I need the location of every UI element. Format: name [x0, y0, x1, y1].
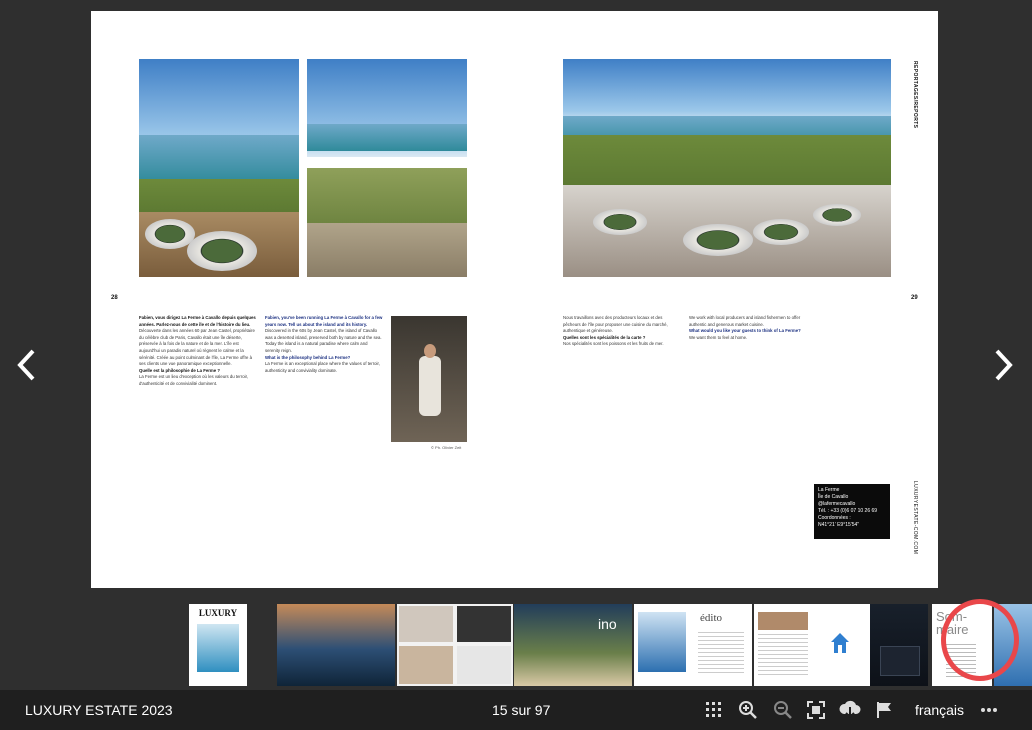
venue-island: Île de Cavallo [818, 494, 849, 500]
article-text: La Ferme is an exceptional place where t… [265, 361, 380, 373]
right-page-number: 29 [911, 295, 918, 301]
thumb-sommaire-label: Som-maire [936, 609, 969, 637]
venue-coords: N41°21' E9°15'54" [818, 522, 860, 528]
article-column-en-2: We work with local producers and island … [689, 315, 807, 341]
zoom-in-button[interactable] [736, 698, 760, 722]
zoom-out-button[interactable] [771, 698, 795, 722]
thumb-fashion[interactable] [397, 604, 513, 686]
question-heading: Fabien, vous dirigez La Ferme à Cavallo … [139, 315, 256, 327]
thumb-resort[interactable] [870, 604, 928, 686]
section-label: REPORTAGES/REPORTS [912, 61, 918, 129]
instagram-handle: @lafermecavallo [818, 501, 856, 507]
article-column-en-1: Fabien, you've been running La Ferme à C… [265, 315, 383, 374]
thumbnail-strip: LUXURY ino édito Som-maire [0, 604, 1032, 686]
question-heading: Quelles sont les spécialités de la carte… [563, 334, 646, 340]
page-indicator[interactable]: 15 sur 97 [492, 702, 550, 718]
article-text: We want them to feel at home. [689, 334, 748, 340]
article-column-fr-2: Nous travaillons avec des producteurs lo… [563, 315, 681, 348]
thumb-villa-label: ino [598, 616, 617, 632]
thumb-home[interactable] [754, 604, 870, 686]
zoom-in-icon [739, 701, 757, 719]
thumb-sommaire[interactable]: Som-maire [932, 604, 992, 686]
photo-portrait [391, 316, 467, 442]
question-heading: Quelle est la philosophie de La Ferme ? [139, 367, 220, 373]
article-text: La Ferme est un lieu d'exception où les … [139, 374, 249, 386]
grid-view-button[interactable] [702, 698, 726, 722]
ellipsis-icon [981, 708, 997, 712]
bottom-toolbar: LUXURY ESTATE 2023 15 sur 97 français [0, 690, 1032, 730]
flag-icon [877, 702, 891, 718]
article-text: Discovered in the 60s by Jean Castel, th… [265, 328, 382, 353]
venue-name: La Ferme [818, 487, 840, 493]
language-selector[interactable]: français [915, 702, 964, 718]
fit-screen-icon [807, 701, 825, 719]
more-options-button[interactable] [977, 698, 1001, 722]
thumb-cover-label: LUXURY [198, 608, 238, 618]
article-text: We work with local producers and island … [689, 315, 801, 327]
coords-label: Coordonnées : [818, 515, 851, 521]
next-page-button[interactable] [990, 345, 1018, 385]
article-text: Nos spécialités sont les poissons et les… [563, 341, 664, 347]
publication-title: LUXURY ESTATE 2023 [25, 702, 173, 718]
flag-button[interactable] [872, 698, 896, 722]
home-icon [831, 633, 849, 653]
photo-table-setting [563, 59, 891, 277]
download-button[interactable] [838, 698, 862, 722]
magazine-viewer: © Ph. Olivier Zeit 28 29 REPORTAGES/REPO… [0, 0, 1032, 690]
question-heading: What would you like your guests to think… [689, 328, 801, 334]
article-text: Nous travaillons avec des producteurs lo… [563, 315, 668, 334]
photo-credit: © Ph. Olivier Zeit [431, 445, 462, 450]
photo-terrace-view [307, 59, 467, 277]
zoom-out-icon [774, 701, 792, 719]
left-page-number: 28 [111, 295, 118, 301]
thumb-next[interactable] [994, 604, 1032, 686]
previous-page-button[interactable] [12, 345, 40, 385]
contact-infobox: La Ferme Île de Cavallo @lafermecavallo … [814, 484, 890, 539]
grid-icon [706, 702, 721, 717]
article-text: Découverte dans les années 60 par Jean C… [139, 328, 255, 367]
thumb-edito[interactable]: édito [634, 604, 752, 686]
chevron-right-icon [995, 349, 1013, 381]
thumb-edito-label: édito [700, 612, 722, 624]
venue-phone: Tél. : +33 (0)6 07 10 26 69 [818, 508, 878, 514]
fit-screen-button[interactable] [804, 698, 828, 722]
thumb-villa[interactable]: ino [514, 604, 632, 686]
chevron-left-icon [17, 349, 35, 381]
thumb-cover[interactable]: LUXURY [189, 604, 247, 686]
download-icon [839, 700, 861, 719]
question-heading: Fabien, you've been running La Ferme à C… [265, 315, 383, 327]
article-column-fr-1: Fabien, vous dirigez La Ferme à Cavallo … [139, 315, 257, 388]
thumb-yacht[interactable] [277, 604, 395, 686]
photo-dining-bay [139, 59, 299, 277]
website-label: LUXURYESTATE-COM.COM [912, 481, 918, 555]
question-heading: What is the philosophy behind La Ferme? [265, 354, 351, 360]
magazine-spread: © Ph. Olivier Zeit 28 29 REPORTAGES/REPO… [91, 11, 938, 588]
